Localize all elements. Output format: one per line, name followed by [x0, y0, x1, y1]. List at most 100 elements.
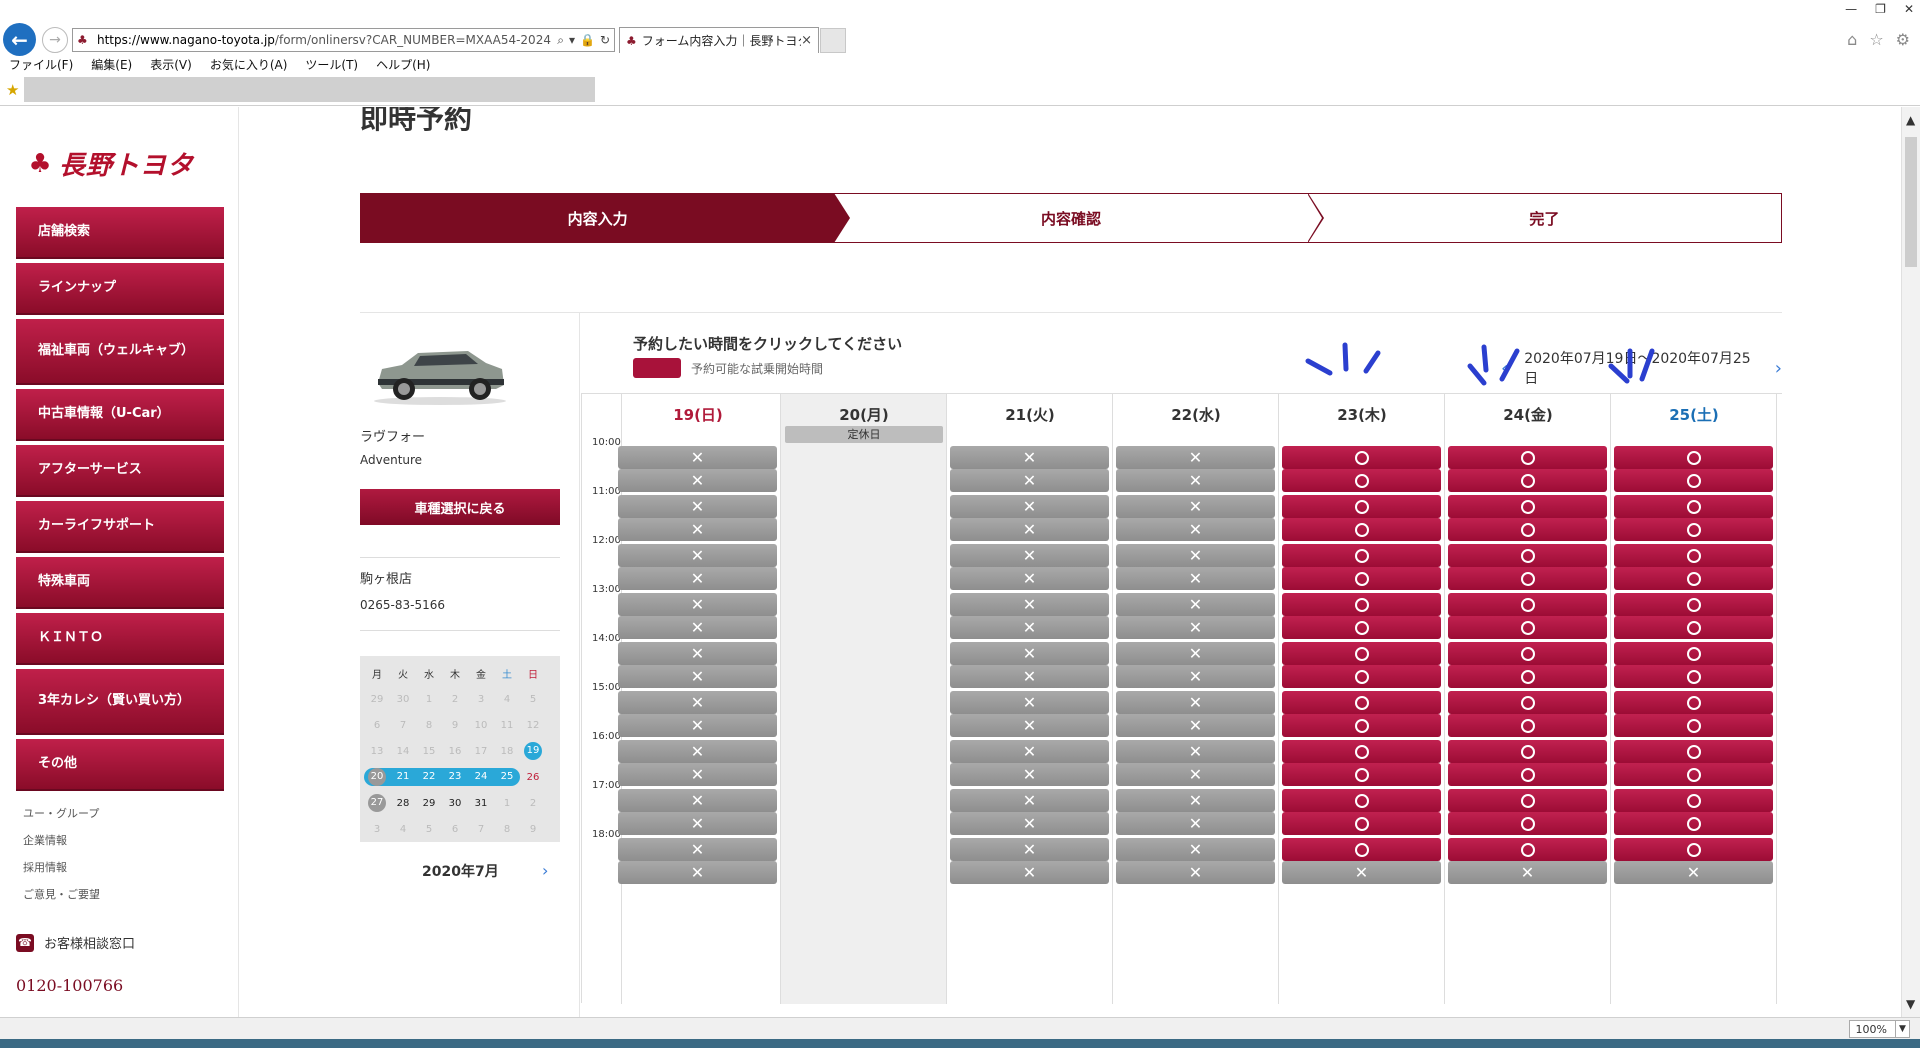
- home-icon[interactable]: ⌂: [1847, 30, 1857, 49]
- calendar-day[interactable]: 22: [416, 768, 442, 786]
- sidebar-item[interactable]: 店舗検索: [16, 207, 224, 259]
- back-to-car-select-button[interactable]: 車種選択に戻る: [360, 489, 560, 525]
- available-slot[interactable]: [1448, 642, 1607, 665]
- available-slot[interactable]: [1614, 593, 1773, 616]
- available-slot[interactable]: [1448, 593, 1607, 616]
- footer-link[interactable]: 採用情報: [23, 854, 100, 881]
- forward-icon[interactable]: →: [42, 27, 68, 53]
- search-icon[interactable]: ⌕: [557, 33, 564, 48]
- available-slot[interactable]: [1282, 714, 1441, 737]
- available-slot[interactable]: [1282, 593, 1441, 616]
- calendar-day[interactable]: 30: [442, 798, 468, 809]
- menu-item[interactable]: ヘルプ(H): [367, 56, 439, 74]
- available-slot[interactable]: [1614, 469, 1773, 492]
- lock-icon[interactable]: 🔒: [580, 33, 595, 48]
- calendar-day[interactable]: 28: [390, 798, 416, 809]
- available-slot[interactable]: [1614, 740, 1773, 763]
- refresh-icon[interactable]: ↻: [600, 33, 610, 48]
- available-slot[interactable]: [1448, 763, 1607, 786]
- available-slot[interactable]: [1448, 691, 1607, 714]
- calendar-day[interactable]: 21: [390, 768, 416, 786]
- available-slot[interactable]: [1282, 469, 1441, 492]
- available-slot[interactable]: [1614, 544, 1773, 567]
- address-bar[interactable]: ♣ https://www.nagano-toyota.jp/form/onli…: [72, 28, 615, 52]
- zoom-control[interactable]: 100% ▼: [1848, 1020, 1910, 1038]
- available-slot[interactable]: [1614, 838, 1773, 861]
- sidebar-item[interactable]: ＫＩＮＴＯ: [16, 613, 224, 665]
- available-slot[interactable]: [1282, 495, 1441, 518]
- new-tab-button[interactable]: [820, 28, 846, 53]
- available-slot[interactable]: [1448, 616, 1607, 639]
- sidebar-item[interactable]: 3年カレシ（賢い買い方）: [16, 669, 224, 735]
- vertical-scrollbar[interactable]: ▲ ▼: [1901, 107, 1920, 1017]
- sidebar-item[interactable]: カーライフサポート: [16, 501, 224, 553]
- available-slot[interactable]: [1614, 714, 1773, 737]
- available-slot[interactable]: [1282, 812, 1441, 835]
- available-slot[interactable]: [1614, 642, 1773, 665]
- available-slot[interactable]: [1282, 789, 1441, 812]
- available-slot[interactable]: [1282, 518, 1441, 541]
- favorites-star-icon[interactable]: ☆: [1869, 30, 1883, 49]
- calendar-day[interactable]: 31: [468, 798, 494, 809]
- zoom-dropdown-icon[interactable]: ▼: [1895, 1021, 1909, 1037]
- restore-icon[interactable]: ❐: [1875, 2, 1886, 16]
- sidebar-item[interactable]: ラインナップ: [16, 263, 224, 315]
- back-icon[interactable]: ←: [3, 23, 36, 56]
- available-slot[interactable]: [1282, 740, 1441, 763]
- calendar-next-icon[interactable]: ›: [542, 861, 548, 880]
- calendar-day[interactable]: 26: [520, 772, 546, 783]
- scroll-down-icon[interactable]: ▼: [1906, 997, 1915, 1011]
- available-slot[interactable]: [1282, 838, 1441, 861]
- browser-tab[interactable]: ♣ フォーム内容入力｜長野トヨタ ×: [619, 27, 819, 53]
- available-slot[interactable]: [1614, 446, 1773, 469]
- footer-link[interactable]: ユー・グループ: [23, 800, 100, 827]
- available-slot[interactable]: [1282, 567, 1441, 590]
- scroll-up-icon[interactable]: ▲: [1906, 113, 1915, 127]
- available-slot[interactable]: [1282, 665, 1441, 688]
- sidebar-item[interactable]: その他: [16, 739, 224, 791]
- menu-item[interactable]: 編集(E): [82, 56, 141, 74]
- available-slot[interactable]: [1614, 616, 1773, 639]
- calendar-day[interactable]: 24: [468, 768, 494, 786]
- sidebar-item[interactable]: アフターサービス: [16, 445, 224, 497]
- prev-week-icon[interactable]: ‹: [1501, 358, 1508, 379]
- add-favorite-icon[interactable]: ★: [6, 81, 19, 99]
- available-slot[interactable]: [1448, 567, 1607, 590]
- calendar-day[interactable]: 25: [494, 768, 520, 786]
- sidebar-item[interactable]: 特殊車両: [16, 557, 224, 609]
- calendar-day[interactable]: 20: [364, 768, 390, 786]
- available-slot[interactable]: [1448, 838, 1607, 861]
- available-slot[interactable]: [1448, 789, 1607, 812]
- calendar-day[interactable]: 23: [442, 768, 468, 786]
- available-slot[interactable]: [1448, 495, 1607, 518]
- minimize-icon[interactable]: —: [1845, 2, 1857, 16]
- available-slot[interactable]: [1614, 812, 1773, 835]
- footer-link[interactable]: ご意見・ご要望: [23, 881, 100, 908]
- available-slot[interactable]: [1448, 544, 1607, 567]
- available-slot[interactable]: [1448, 469, 1607, 492]
- calendar-day[interactable]: 29: [416, 798, 442, 809]
- menu-item[interactable]: ツール(T): [296, 56, 367, 74]
- available-slot[interactable]: [1282, 616, 1441, 639]
- available-slot[interactable]: [1448, 446, 1607, 469]
- available-slot[interactable]: [1448, 518, 1607, 541]
- support-phone[interactable]: 0120-100766: [16, 976, 123, 995]
- dropdown-icon[interactable]: ▾: [569, 33, 575, 48]
- menu-item[interactable]: 表示(V): [141, 56, 201, 74]
- calendar-day[interactable]: 27: [364, 794, 390, 812]
- available-slot[interactable]: [1448, 714, 1607, 737]
- next-week-icon[interactable]: ›: [1775, 358, 1782, 379]
- available-slot[interactable]: [1614, 495, 1773, 518]
- available-slot[interactable]: [1282, 446, 1441, 469]
- available-slot[interactable]: [1614, 763, 1773, 786]
- available-slot[interactable]: [1614, 789, 1773, 812]
- customer-support[interactable]: ☎ お客様相談窓口: [16, 933, 135, 952]
- available-slot[interactable]: [1282, 642, 1441, 665]
- settings-gear-icon[interactable]: ⚙: [1896, 30, 1910, 49]
- available-slot[interactable]: [1614, 665, 1773, 688]
- menu-item[interactable]: ファイル(F): [0, 56, 82, 74]
- available-slot[interactable]: [1282, 763, 1441, 786]
- available-slot[interactable]: [1448, 812, 1607, 835]
- close-window-icon[interactable]: ✕: [1904, 2, 1914, 16]
- available-slot[interactable]: [1614, 567, 1773, 590]
